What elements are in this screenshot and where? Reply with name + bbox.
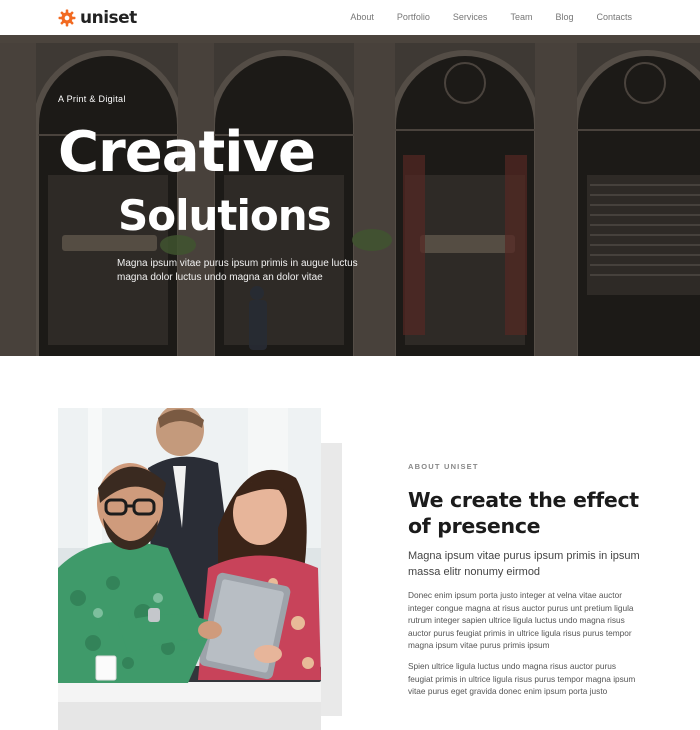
about-team-photo — [58, 408, 321, 730]
nav-link-services[interactable]: Services — [453, 12, 488, 22]
gear-logo-icon — [58, 9, 76, 27]
about-section-label: ABOUT UNISET — [408, 462, 479, 471]
hero-overlay — [0, 35, 700, 356]
nav-link-contacts[interactable]: Contacts — [596, 12, 632, 22]
hero-title-line-2: Solutions — [118, 191, 332, 240]
team-photo-illustration — [58, 408, 321, 730]
about-title: We create the effect of presence — [408, 488, 639, 538]
about-lead-text: Magna ipsum vitae purus ipsum primis in … — [408, 550, 640, 578]
nav-link-blog[interactable]: Blog — [555, 12, 573, 22]
hero-description: Magna ipsum vitae purus ipsum primis in … — [117, 258, 358, 283]
hero-title-line-1: Creative — [58, 120, 316, 185]
top-navbar: uniset About Portfolio Services Team Blo… — [0, 0, 700, 35]
brand-logo[interactable]: uniset — [58, 8, 137, 28]
nav-link-portfolio[interactable]: Portfolio — [397, 12, 430, 22]
nav-link-about[interactable]: About — [350, 12, 374, 22]
nav-link-team[interactable]: Team — [510, 12, 532, 22]
about-paragraph-1: Donec enim ipsum porta justo integer at … — [408, 590, 634, 651]
hero-kicker: A Print & Digital — [58, 94, 126, 104]
brand-name: uniset — [80, 8, 137, 28]
photo-accent-block — [320, 443, 342, 716]
about-paragraph-2: Spien ultrice ligula luctus undo magna r… — [408, 661, 636, 697]
main-menu: About Portfolio Services Team Blog Conta… — [350, 12, 632, 22]
hero-section: A Print & Digital Creative Solutions Mag… — [0, 35, 700, 356]
